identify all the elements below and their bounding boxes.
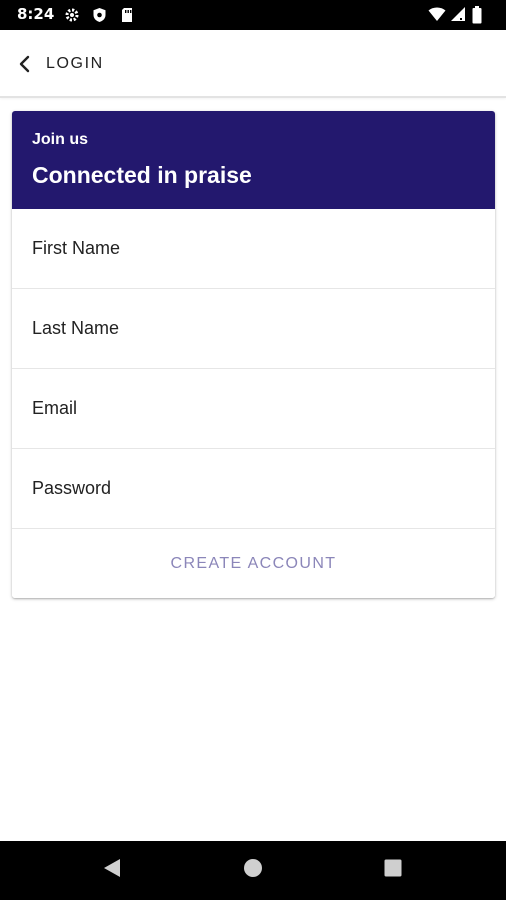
card-header: Join us Connected in praise [12,111,495,209]
first-name-input[interactable] [32,209,475,288]
back-button-label: LOGIN [46,55,104,72]
card-eyebrow: Join us [32,131,89,148]
status-time: 8:24 [17,5,55,23]
system-nav-bar [0,841,506,900]
card-title: Connected in praise [32,162,252,188]
password-field[interactable] [12,449,495,529]
nav-recents-button[interactable] [353,841,433,900]
battery-icon [472,6,490,24]
first-name-field[interactable] [12,209,495,289]
sd-card-icon [120,7,138,25]
signup-screen: 8:24 LOGIN Join us Connected in praise F… [0,0,506,900]
nav-home-icon [243,858,263,883]
nav-recents-icon [384,859,402,882]
email-input[interactable] [32,369,475,448]
last-name-input[interactable] [32,289,475,368]
nav-home-button[interactable] [213,841,293,900]
last-name-field[interactable] [12,289,495,369]
email-field[interactable] [12,369,495,449]
back-to-login-button[interactable]: LOGIN [12,48,110,80]
create-account-button[interactable]: CREATE ACCOUNT [12,529,495,598]
signal-icon [450,6,468,24]
top-app-bar: LOGIN [0,30,506,98]
signup-card: Join us Connected in praise CREATE ACCOU… [12,111,495,598]
nav-back-button[interactable] [72,841,152,900]
wifi-icon [428,6,446,24]
password-input[interactable] [32,449,475,528]
nav-back-icon [102,857,122,884]
status-icons-left [64,7,138,25]
gear-icon [64,7,82,25]
status-bar: 8:24 [0,0,506,30]
shield-icon [92,7,110,25]
chevron-left-icon [18,55,32,73]
status-icons-right [428,6,490,24]
